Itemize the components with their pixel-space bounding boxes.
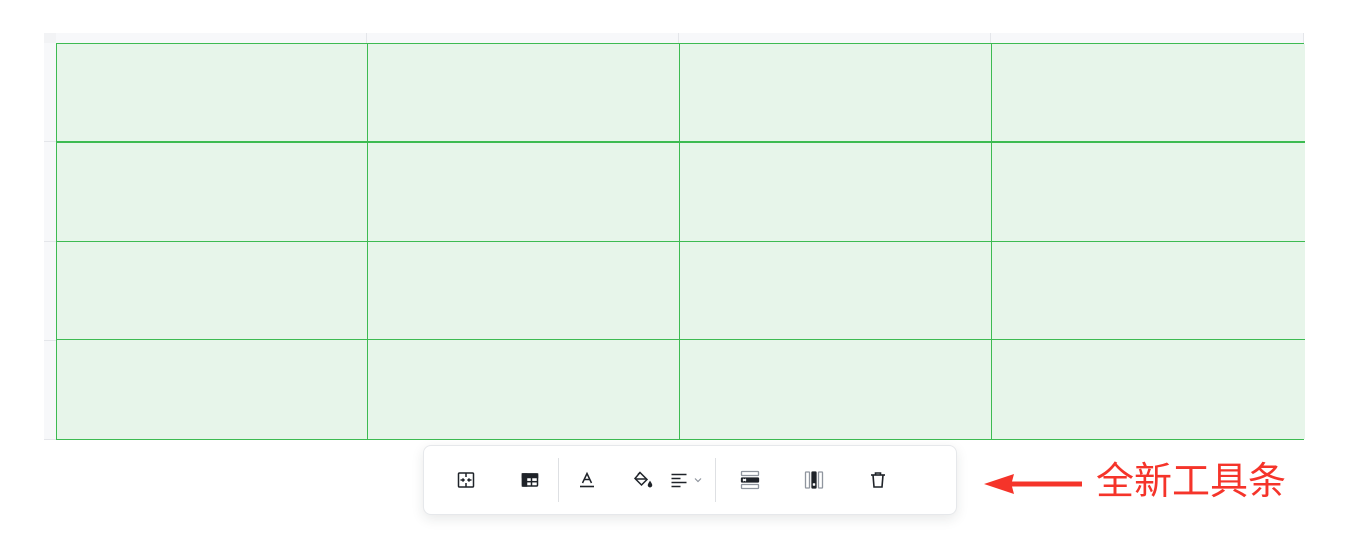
- table-cell[interactable]: [57, 340, 368, 439]
- table-cell[interactable]: [992, 44, 1305, 143]
- table-cell[interactable]: [992, 340, 1305, 439]
- table-cell[interactable]: [57, 242, 368, 340]
- align-dropdown[interactable]: [665, 464, 713, 496]
- chevron-down-icon: [693, 475, 703, 485]
- fill-color-button[interactable]: [627, 464, 659, 496]
- table-header-icon: [520, 470, 540, 490]
- table-cell[interactable]: [57, 143, 368, 242]
- table-block: [44, 33, 1305, 440]
- merge-cells-icon: [456, 470, 476, 490]
- column-header[interactable]: [367, 33, 679, 43]
- annotation-label: 全新工具条: [1096, 459, 1287, 503]
- table-cell[interactable]: [992, 143, 1305, 242]
- text-color-icon: [577, 470, 597, 490]
- column-header[interactable]: [56, 33, 367, 43]
- table-cell[interactable]: [368, 242, 680, 340]
- row-header[interactable]: [44, 142, 56, 242]
- table-cell[interactable]: [680, 242, 992, 340]
- toolbar-divider: [715, 458, 716, 502]
- table-header-button[interactable]: [514, 464, 546, 496]
- delete-row-button[interactable]: [734, 464, 766, 496]
- table-cell[interactable]: [368, 340, 680, 439]
- delete-row-icon: [739, 469, 761, 491]
- column-header[interactable]: [679, 33, 991, 43]
- table-cell[interactable]: [680, 44, 992, 143]
- table-cell[interactable]: [368, 44, 680, 143]
- arrow-left-icon: [984, 472, 1084, 500]
- table-toolbar: [423, 445, 957, 515]
- row-header[interactable]: [44, 341, 56, 440]
- fill-color-icon: [632, 470, 654, 490]
- delete-column-icon: [803, 469, 825, 491]
- trash-icon: [868, 470, 888, 490]
- table-cell[interactable]: [368, 143, 680, 242]
- table-cell[interactable]: [680, 340, 992, 439]
- delete-column-button[interactable]: [798, 464, 830, 496]
- merge-cells-button[interactable]: [450, 464, 482, 496]
- column-header[interactable]: [991, 33, 1304, 43]
- align-left-icon: [669, 470, 689, 490]
- row-header[interactable]: [44, 43, 56, 143]
- delete-table-button[interactable]: [862, 464, 894, 496]
- table-cell[interactable]: [57, 44, 368, 143]
- table-cell[interactable]: [992, 242, 1305, 340]
- table-grid: [56, 43, 1305, 440]
- row-header[interactable]: [44, 242, 56, 341]
- text-color-button[interactable]: [571, 464, 603, 496]
- table-cell[interactable]: [680, 143, 992, 242]
- toolbar-divider: [558, 458, 559, 502]
